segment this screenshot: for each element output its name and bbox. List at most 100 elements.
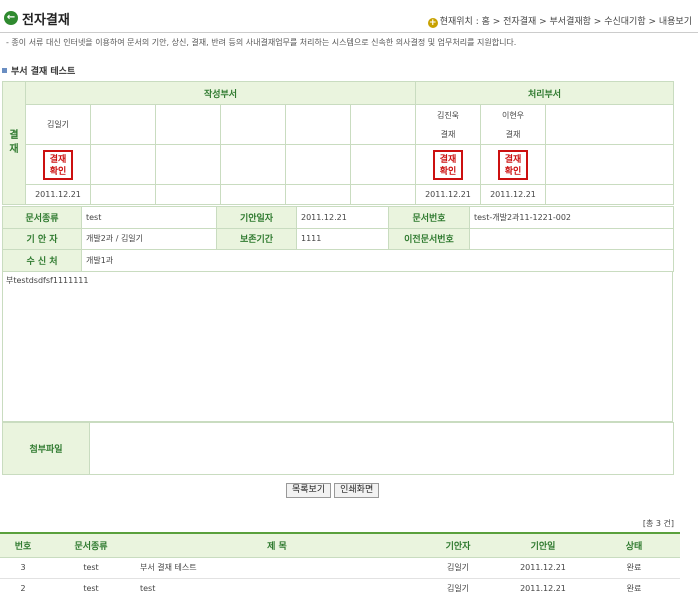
writer-slot-3	[155, 104, 221, 145]
breadcrumb-item-inbox[interactable]: 수신대기함	[604, 17, 645, 27]
row-no: 3	[0, 557, 46, 579]
approval-stamp-icon: 결재 확인	[43, 149, 73, 180]
row-status: 완료	[588, 557, 680, 579]
stamp-cell	[545, 144, 674, 185]
approval-date: 2011.12.21	[415, 184, 481, 205]
prev-doc-label: 이전문서번호	[388, 227, 470, 250]
stamp-cell	[285, 144, 351, 185]
processor-slot-1: 김진욱결재	[415, 104, 481, 145]
row-type: test	[46, 557, 136, 579]
retention-value: 1111	[296, 227, 389, 250]
col-header-no: 번호	[0, 532, 46, 558]
page-header: ← 전자결재 + 현재위치 : 홈 > 전자결재 > 부서결재함 > 수신대기함 …	[0, 0, 698, 32]
doc-number-label: 문서번호	[388, 206, 470, 229]
row-title-link[interactable]: 부서 결재 테스트	[136, 557, 418, 579]
action-buttons: 목록보기 인쇄화면	[286, 483, 382, 498]
document-list-table: 번호 문서종류 제 목 기안자 기안일 상태 3 test 부서 결재 테스트 …	[0, 532, 680, 598]
approver-name: 이현우	[501, 110, 525, 120]
row-status: 완료	[588, 578, 680, 598]
processor-slot-3	[545, 104, 674, 145]
recipient-value: 개발1과	[81, 249, 674, 272]
breadcrumb-sep: >	[645, 17, 659, 27]
row-drafter: 김일기	[418, 578, 498, 598]
approver-role: 결재	[440, 129, 456, 139]
prev-doc-value	[469, 227, 674, 250]
processing-dept-header: 처리부서	[415, 81, 674, 105]
stamp-cell	[350, 144, 416, 185]
writer-slot-4	[220, 104, 286, 145]
doc-type-value: test	[81, 206, 217, 229]
breadcrumb-item-home[interactable]: 홈	[482, 17, 490, 27]
stamp-cell: 결재 확인	[480, 144, 546, 185]
bullet-icon	[2, 68, 7, 73]
draft-date-value: 2011.12.21	[296, 206, 389, 229]
page-description: - 종이 서류 대신 인터넷을 이용하여 문서의 기안, 상신, 결재, 반려 …	[6, 38, 517, 47]
approval-stamp-icon: 결재 확인	[433, 149, 463, 180]
breadcrumb-item-approval[interactable]: 전자결재	[503, 17, 536, 27]
doc-number-value: test-개발2과11-1221-002	[469, 206, 674, 229]
breadcrumb: + 현재위치 : 홈 > 전자결재 > 부서결재함 > 수신대기함 > 내용보기	[427, 14, 692, 28]
approval-date	[220, 184, 286, 205]
approval-stamp-row: 결재 확인 결재 확인 결재 확인	[3, 144, 674, 185]
writer-slot-1: 김일기	[25, 104, 91, 145]
breadcrumb-sep: >	[590, 17, 605, 27]
row-date: 2011.12.21	[498, 578, 588, 598]
draft-date-label: 기안일자	[216, 206, 297, 229]
breadcrumb-prefix: 현재위치 :	[439, 17, 482, 27]
processor-slot-2: 이현우결재	[480, 104, 546, 145]
total-count: [총 3 건]	[642, 519, 674, 528]
stamp-cell	[155, 144, 221, 185]
col-header-date: 기안일	[498, 532, 588, 558]
approval-side-label-text: 결재	[9, 130, 19, 155]
drafter-value: 개발2과 / 김일기	[81, 227, 217, 250]
row-no: 2	[0, 578, 46, 598]
attachment-value	[89, 422, 674, 475]
breadcrumb-item-view: 내용보기	[658, 17, 692, 27]
col-header-title: 제 목	[136, 532, 418, 558]
approval-date	[90, 184, 156, 205]
writing-dept-header: 작성부서	[25, 81, 416, 105]
row-type: test	[46, 578, 136, 598]
stamp-cell: 결재 확인	[25, 144, 91, 185]
stamp-cell	[220, 144, 286, 185]
approval-date: 2011.12.21	[25, 184, 91, 205]
header-divider	[0, 32, 698, 33]
document-body: 부testdsdfsf1111111	[2, 271, 673, 422]
writer-slot-6	[350, 104, 416, 145]
row-date: 2011.12.21	[498, 557, 588, 579]
approval-date	[545, 184, 674, 205]
document-info-table: 문서종류 test 기안일자 2011.12.21 문서번호 test-개발2과…	[2, 206, 674, 272]
print-view-button[interactable]: 인쇄화면	[334, 483, 380, 498]
approval-date-row: 2011.12.21 2011.12.21 2011.12.21	[3, 184, 674, 205]
approval-stamp-icon: 결재 확인	[498, 149, 528, 180]
approval-side-label: 결재	[2, 81, 26, 205]
writer-slot-2	[90, 104, 156, 145]
list-view-button[interactable]: 목록보기	[286, 483, 332, 498]
col-header-drafter: 기안자	[418, 532, 498, 558]
stamp-cell	[90, 144, 156, 185]
row-drafter: 김일기	[418, 557, 498, 579]
table-row[interactable]: 2 test test 김일기 2011.12.21 완료	[0, 578, 680, 598]
breadcrumb-sep: >	[536, 17, 550, 27]
location-plus-icon: +	[427, 18, 438, 28]
doc-type-label: 문서종류	[2, 206, 82, 229]
writer-slot-5	[285, 104, 351, 145]
drafter-label: 기 안 자	[2, 227, 82, 250]
approver-name: 김진욱	[436, 110, 460, 120]
approval-table: 결재 작성부서 처리부서 김일기 김진욱결재 이현우결재 결재 확인 결재 확인 결…	[2, 81, 674, 205]
section-title: 부서 결재 테스트	[2, 64, 75, 77]
approval-date: 2011.12.21	[480, 184, 546, 205]
page-title: 전자결재	[22, 13, 70, 28]
attachment-table: 첨부파일	[2, 422, 674, 475]
back-arrow-icon[interactable]: ←	[4, 11, 18, 25]
table-row[interactable]: 3 test 부서 결재 테스트 김일기 2011.12.21 완료	[0, 557, 680, 579]
section-title-text: 부서 결재 테스트	[11, 67, 76, 77]
stamp-cell: 결재 확인	[415, 144, 481, 185]
approver-name-row: 김일기 김진욱결재 이현우결재	[3, 104, 674, 145]
attachment-label: 첨부파일	[2, 422, 90, 475]
recipient-label: 수 신 처	[2, 249, 82, 272]
breadcrumb-item-dept-box[interactable]: 부서결재함	[550, 17, 591, 27]
approver-role: 결재	[505, 129, 521, 139]
approval-date	[155, 184, 221, 205]
row-title-link[interactable]: test	[136, 578, 418, 598]
